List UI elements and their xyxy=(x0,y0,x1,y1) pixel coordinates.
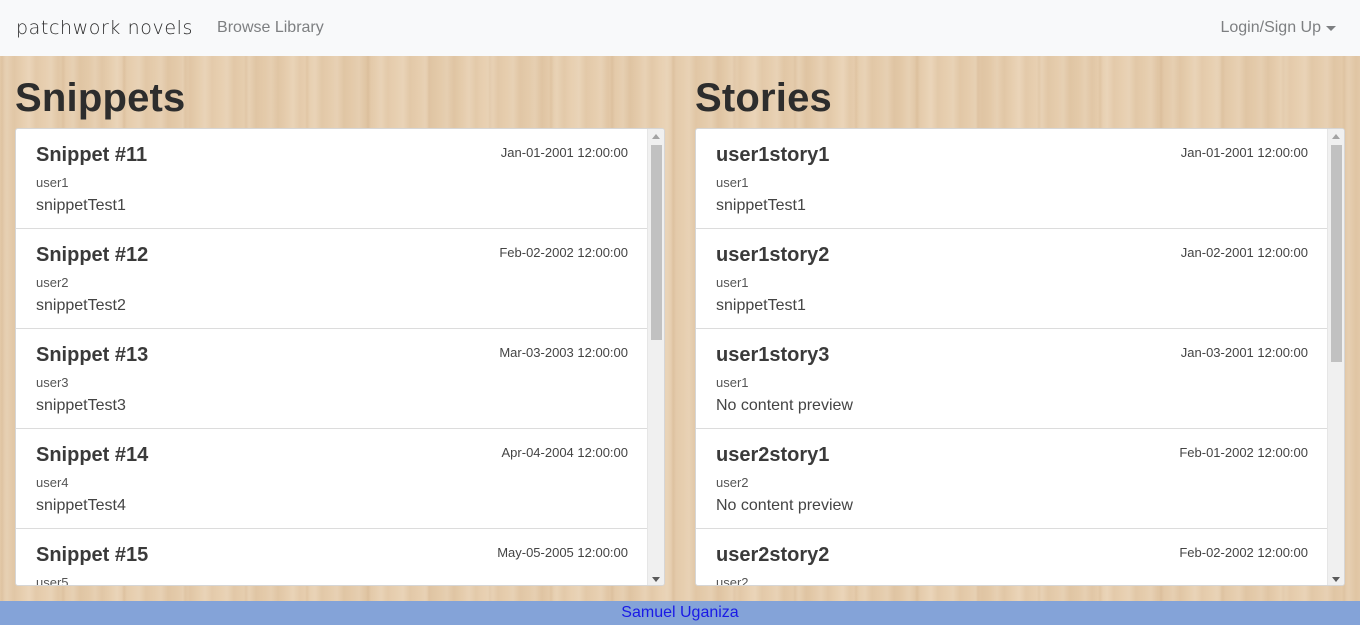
story-author: user2 xyxy=(716,575,749,586)
footer: Samuel Uganiza xyxy=(0,601,1360,625)
snippet-preview: snippetTest2 xyxy=(36,297,126,314)
snippet-date: Jan-01-2001 12:00:00 xyxy=(500,145,628,160)
story-item[interactable]: user1story1 Jan-01-2001 12:00:00 user1 s… xyxy=(696,129,1328,229)
footer-author-link[interactable]: Samuel Uganiza xyxy=(621,604,738,621)
story-item[interactable]: user1story3 Jan-03-2001 12:00:00 user1 N… xyxy=(696,329,1328,429)
stories-scrollbar[interactable] xyxy=(1327,129,1344,585)
scroll-down-arrow-icon[interactable] xyxy=(1332,577,1340,582)
snippet-item[interactable]: Snippet #14 Apr-04-2004 12:00:00 user4 s… xyxy=(16,429,648,529)
stories-heading: Stories xyxy=(695,76,833,120)
story-date: Jan-02-2001 12:00:00 xyxy=(1180,245,1308,260)
stories-column: Stories user1story1 Jan-01-2001 12:00:00… xyxy=(695,56,1345,586)
browse-library-link[interactable]: Browse Library xyxy=(217,19,324,37)
caret-down-icon xyxy=(1326,25,1336,31)
stories-list: user1story1 Jan-01-2001 12:00:00 user1 s… xyxy=(695,128,1345,586)
story-preview: snippetTest1 xyxy=(716,197,806,214)
snippet-item[interactable]: Snippet #12 Feb-02-2002 12:00:00 user2 s… xyxy=(16,229,648,329)
snippet-author: user2 xyxy=(36,275,69,290)
snippet-item[interactable]: Snippet #11 Jan-01-2001 12:00:00 user1 s… xyxy=(16,129,648,229)
story-author: user2 xyxy=(716,475,749,490)
stories-scroll-thumb[interactable] xyxy=(1331,145,1342,362)
story-author: user1 xyxy=(716,375,749,390)
scroll-down-arrow-icon[interactable] xyxy=(652,577,660,582)
story-date: Jan-01-2001 12:00:00 xyxy=(1180,145,1308,160)
story-date: Feb-01-2002 12:00:00 xyxy=(1179,445,1308,460)
story-item[interactable]: user1story2 Jan-02-2001 12:00:00 user1 s… xyxy=(696,229,1328,329)
stories-list-items: user1story1 Jan-01-2001 12:00:00 user1 s… xyxy=(696,129,1328,586)
snippet-author: user1 xyxy=(36,175,69,190)
snippet-item[interactable]: Snippet #13 Mar-03-2003 12:00:00 user3 s… xyxy=(16,329,648,429)
login-signup-label: Login/Sign Up xyxy=(1220,19,1321,36)
login-signup-dropdown[interactable]: Login/Sign Up xyxy=(1220,19,1344,37)
story-preview: snippetTest1 xyxy=(716,297,806,314)
story-item[interactable]: user2story1 Feb-01-2002 12:00:00 user2 N… xyxy=(696,429,1328,529)
snippet-preview: snippetTest4 xyxy=(36,497,126,514)
snippets-list: Snippet #11 Jan-01-2001 12:00:00 user1 s… xyxy=(15,128,665,586)
snippets-scrollbar[interactable] xyxy=(647,129,664,585)
top-navbar: patchwork novels Browse Library Login/Si… xyxy=(0,0,1360,56)
snippets-column: Snippets Snippet #11 Jan-01-2001 12:00:0… xyxy=(15,56,665,586)
snippets-heading: Snippets xyxy=(15,76,186,120)
snippet-item[interactable]: Snippet #15 May-05-2005 12:00:00 user5 xyxy=(16,529,648,586)
snippet-date: Feb-02-2002 12:00:00 xyxy=(499,245,628,260)
scroll-up-arrow-icon[interactable] xyxy=(652,134,660,139)
snippet-date: May-05-2005 12:00:00 xyxy=(497,545,628,560)
story-item[interactable]: user2story2 Feb-02-2002 12:00:00 user2 xyxy=(696,529,1328,586)
story-preview: No content preview xyxy=(716,497,853,514)
scroll-up-arrow-icon[interactable] xyxy=(1332,134,1340,139)
snippet-date: Mar-03-2003 12:00:00 xyxy=(499,345,628,360)
snippet-author: user3 xyxy=(36,375,69,390)
story-author: user1 xyxy=(716,275,749,290)
story-date: Feb-02-2002 12:00:00 xyxy=(1179,545,1308,560)
snippets-scroll-thumb[interactable] xyxy=(651,145,662,340)
snippet-preview: snippetTest3 xyxy=(36,397,126,414)
story-preview: No content preview xyxy=(716,397,853,414)
snippets-list-items: Snippet #11 Jan-01-2001 12:00:00 user1 s… xyxy=(16,129,648,586)
brand-logo[interactable]: patchwork novels xyxy=(16,17,193,39)
story-author: user1 xyxy=(716,175,749,190)
snippet-author: user5 xyxy=(36,575,69,586)
snippet-preview: snippetTest1 xyxy=(36,197,126,214)
story-date: Jan-03-2001 12:00:00 xyxy=(1180,345,1308,360)
snippet-date: Apr-04-2004 12:00:00 xyxy=(501,445,628,460)
snippet-author: user4 xyxy=(36,475,69,490)
